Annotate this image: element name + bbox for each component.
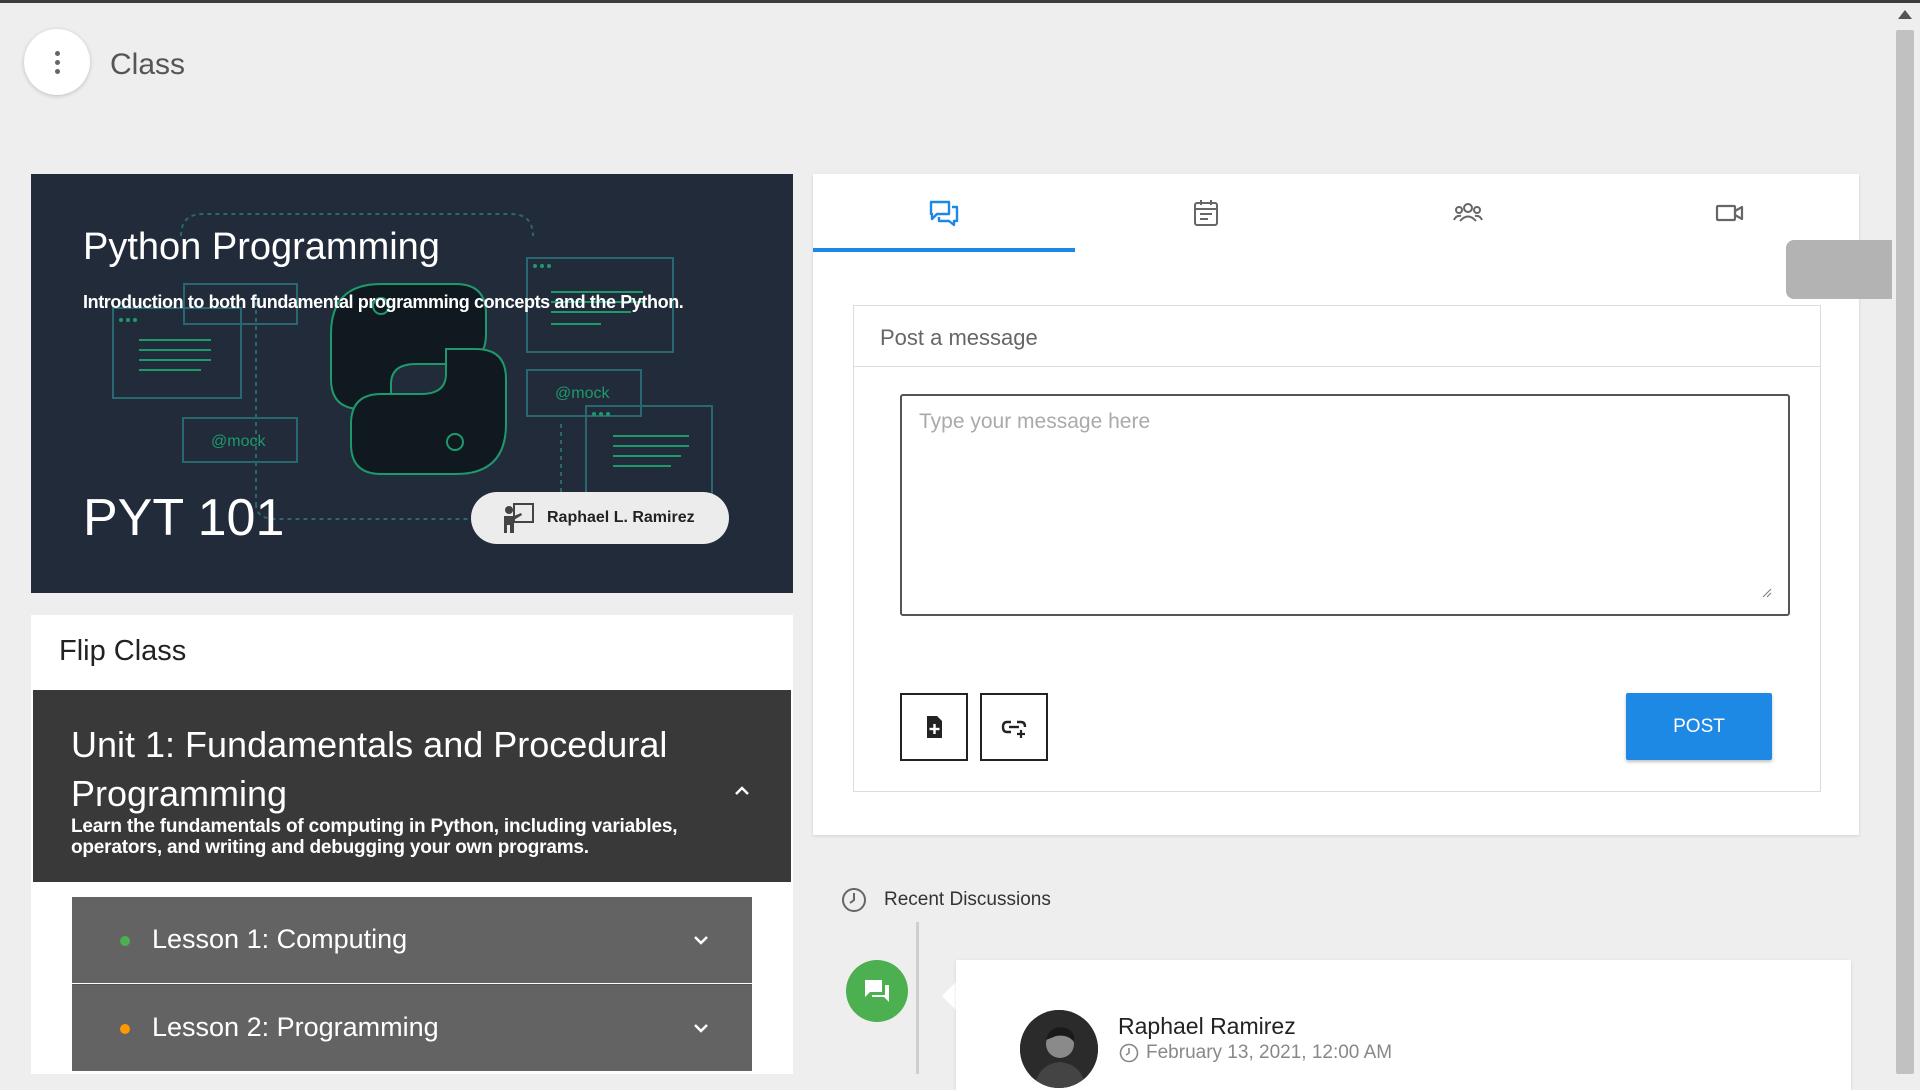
avatar[interactable] [1020, 1010, 1098, 1088]
active-tab-indicator [813, 248, 1075, 252]
teacher-icon [504, 503, 534, 533]
timeline-line [916, 922, 919, 1074]
scrollbar-thumb[interactable] [1896, 30, 1914, 1074]
window-top-border [0, 0, 1920, 3]
clock-icon [1119, 1043, 1139, 1063]
add-file-icon [927, 716, 942, 738]
discussion-date-row: February 13, 2021, 12:00 AM [1118, 1042, 1392, 1064]
page-title: Class [110, 48, 186, 81]
post-message-panel: Post a message POST [853, 305, 1821, 792]
unit-description: Learn the fundamentals of computing in P… [71, 816, 678, 858]
course-title: Python Programming [83, 226, 440, 268]
banner-art-label-2: @mock [555, 385, 610, 402]
more-vert-icon [54, 50, 60, 74]
post-message-header: Post a message [854, 306, 1820, 367]
course-code: PYT 101 [83, 489, 285, 547]
chevron-down-icon[interactable] [690, 929, 712, 951]
unit-header[interactable]: Unit 1: Fundamentals and Procedural Prog… [33, 690, 791, 882]
chevron-up-icon[interactable] [731, 780, 753, 802]
post-button[interactable]: POST [1626, 693, 1772, 760]
forum-icon [929, 200, 959, 227]
tab-people[interactable] [1337, 174, 1599, 252]
instructor-chip[interactable]: Raphael L. Ramirez [471, 492, 729, 544]
calendar-icon [1194, 200, 1218, 226]
flip-class-card: Flip Class Unit 1: Fundamentals and Proc… [31, 615, 793, 1074]
add-link-icon [1001, 720, 1027, 738]
tab-calendar[interactable] [1075, 174, 1337, 252]
class-feed-card: Post a message POST [813, 174, 1859, 835]
discussion-badge [846, 960, 908, 1022]
resize-grip-icon[interactable] [1762, 588, 1772, 598]
tab-discussions[interactable] [813, 174, 1075, 252]
banner-art-label-1: @mock [211, 433, 266, 450]
attach-link-button[interactable] [980, 693, 1048, 761]
user-avatar-icon [1020, 1010, 1098, 1088]
flip-class-title: Flip Class [59, 635, 187, 667]
side-drawer-tab[interactable] [1786, 240, 1892, 299]
discussion-pointer [942, 982, 956, 1010]
lesson-status-dot [120, 1024, 130, 1034]
post-message-heading: Post a message [880, 325, 1038, 350]
lesson-label: Lesson 1: Computing [152, 924, 408, 954]
course-banner: @mock @mock Python Programming Introduct… [31, 174, 793, 593]
chevron-down-icon[interactable] [690, 1017, 712, 1039]
unit-title: Unit 1: Fundamentals and Procedural Prog… [71, 724, 668, 814]
recent-discussions-header: Recent Discussions [840, 886, 1051, 914]
recent-discussions-title: Recent Discussions [884, 889, 1051, 910]
more-menu-button[interactable] [24, 29, 90, 95]
discussion-card[interactable]: Raphael Ramirez February 13, 2021, 12:00… [956, 960, 1851, 1090]
instructor-name: Raphael L. Ramirez [547, 509, 695, 526]
lesson-item-1[interactable]: Lesson 1: Computing [72, 897, 752, 983]
scroll-up-arrow-icon[interactable] [1898, 10, 1912, 19]
lesson-status-dot [120, 936, 130, 946]
course-subtitle: Introduction to both fundamental program… [83, 292, 684, 312]
people-icon [1453, 203, 1483, 222]
lesson-label: Lesson 2: Programming [152, 1012, 439, 1042]
message-input[interactable] [900, 394, 1790, 616]
video-icon [1715, 204, 1744, 222]
discussion-date: February 13, 2021, 12:00 AM [1146, 1042, 1393, 1063]
discussion-author[interactable]: Raphael Ramirez [1118, 1013, 1296, 1040]
clock-icon [842, 888, 866, 912]
attach-file-button[interactable] [900, 693, 968, 761]
chat-icon [865, 980, 889, 1002]
lesson-item-2[interactable]: Lesson 2: Programming [72, 984, 752, 1071]
